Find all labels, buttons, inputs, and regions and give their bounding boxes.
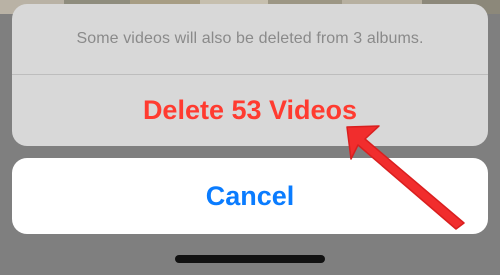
cancel-label: Cancel [205, 180, 295, 211]
home-indicator [175, 255, 325, 263]
delete-videos-button[interactable]: Delete 53 Videos [12, 75, 488, 146]
sheet-message: Some videos will also be deleted from 3 … [76, 30, 424, 47]
action-sheet-group: Some videos will also be deleted from 3 … [12, 4, 488, 146]
cancel-button[interactable]: Cancel [12, 158, 488, 234]
